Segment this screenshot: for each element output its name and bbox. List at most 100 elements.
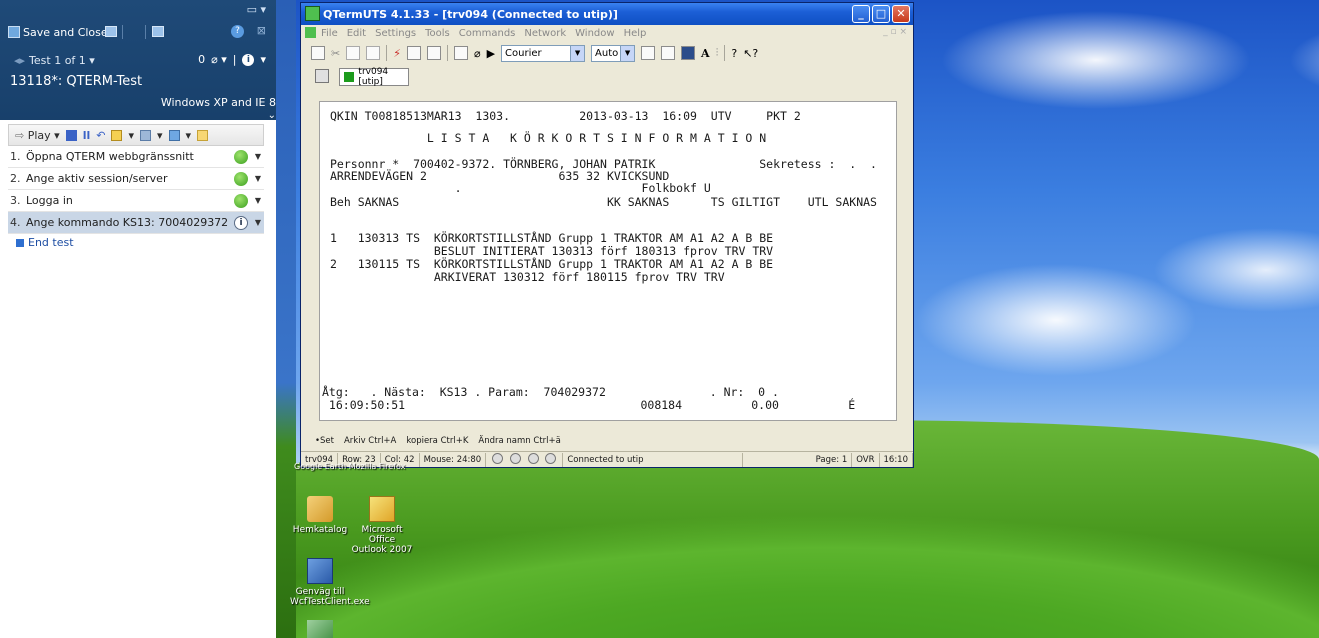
test-step[interactable]: 1. Öppna QTERM webbgränssnitt ▼ (8, 146, 264, 168)
test-step-selected[interactable]: 4. Ange kommando KS13: 7004029372 i ▼ (8, 212, 264, 234)
menu-help[interactable]: Help (624, 28, 647, 39)
help-icon[interactable]: ? (731, 47, 737, 60)
pause-icon[interactable]: ll (83, 129, 91, 142)
floppy-icon[interactable] (105, 26, 117, 37)
mdi-controls-icon[interactable]: _ ▫ × (883, 27, 907, 37)
session-list-button[interactable] (315, 69, 329, 83)
chevron-down-icon[interactable]: ▼ (252, 152, 264, 161)
printer-icon[interactable] (661, 46, 676, 60)
test-nav-label: Test 1 of 1 (29, 54, 86, 67)
desktop-icon-partial[interactable] (290, 620, 350, 638)
fkey-kopiera[interactable]: kopiera Ctrl+K (406, 436, 468, 446)
chevron-down-icon[interactable]: ▼ (620, 45, 635, 61)
new-session-icon[interactable] (311, 46, 325, 60)
record-icon[interactable] (492, 452, 504, 464)
chevron-down-icon[interactable]: ▼ (252, 196, 264, 205)
fkey-set[interactable]: •Set (315, 436, 334, 446)
terminal-command-line[interactable]: Åtg: . Nästa: KS13 . Param: 704029372 . … (322, 386, 779, 398)
desktop-icon-wcftestclient[interactable]: Genväg till WcfTestClient.exe (290, 558, 370, 607)
passed-check-icon[interactable] (234, 171, 248, 186)
close-icon[interactable]: ⊠ (257, 24, 266, 37)
menu-tools[interactable]: Tools (425, 28, 450, 39)
screenshot-icon[interactable] (152, 26, 164, 37)
font-select[interactable]: Courier ▼ (501, 44, 586, 62)
context-help-icon[interactable]: ↖? (743, 47, 758, 60)
attachment-count: 0 (198, 53, 206, 66)
menu-edit[interactable]: Edit (347, 28, 366, 39)
menu-window[interactable]: Window (575, 28, 614, 39)
keyboard-icon[interactable] (509, 452, 521, 464)
application-icon (307, 558, 333, 584)
chevron-down-icon[interactable]: ▾ (260, 53, 266, 66)
application-icon (307, 620, 333, 638)
save-icon[interactable] (681, 46, 696, 60)
comment-icon[interactable] (197, 129, 209, 141)
close-button[interactable]: ✕ (892, 5, 910, 23)
font-icon[interactable]: A (701, 47, 710, 60)
menu-commands[interactable]: Commands (459, 28, 516, 39)
app-icon[interactable] (305, 6, 320, 21)
chevron-down-icon[interactable]: ▾ (128, 129, 134, 142)
save-and-close-button[interactable]: Save and Close (8, 24, 108, 40)
window-menu-icon[interactable]: ▭ ▾ (247, 3, 266, 16)
chevron-down-icon[interactable]: ▾ (157, 129, 163, 142)
separator (446, 45, 448, 61)
connect-icon[interactable]: ⚡ (393, 47, 401, 60)
cut-icon[interactable]: ✂ (331, 47, 340, 60)
eraser-icon[interactable]: ⌀ (474, 47, 481, 60)
maximize-button[interactable]: □ (872, 5, 890, 23)
message-icon[interactable] (545, 452, 557, 464)
test-nav[interactable]: ◂▸ Test 1 of 1 ▾ (14, 54, 95, 67)
expand-chevron-icon[interactable]: ⌄ (268, 110, 276, 121)
terminal-line: . Folkbokf U (330, 181, 711, 195)
chevron-down-icon[interactable]: ▼ (570, 45, 585, 61)
size-select[interactable]: Auto ▼ (591, 44, 636, 62)
help-icon[interactable]: ? (231, 25, 244, 38)
chevron-down-icon[interactable]: ▼ (252, 218, 264, 227)
paperclip-icon[interactable]: ⌀ ▾ (211, 53, 227, 66)
print-icon[interactable] (406, 46, 421, 60)
home-icon[interactable] (453, 46, 468, 60)
end-test-link[interactable]: End test (16, 236, 74, 249)
menu-file[interactable]: File (321, 28, 338, 39)
terminal-screen[interactable]: QKIN T00818513MAR13 1303. 2013-03-13 16:… (319, 101, 897, 421)
desktop-icon-label: Microsoft Office Outlook 2007 (351, 525, 413, 555)
fkey-arkiv[interactable]: Arkiv Ctrl+A (344, 436, 396, 446)
chevron-down-icon[interactable]: ▾ (186, 129, 192, 142)
info-status-icon[interactable]: i (234, 215, 248, 230)
minimize-button[interactable]: _ (852, 5, 870, 23)
passed-check-icon[interactable] (234, 149, 248, 164)
test-step[interactable]: 2. Ange aktiv session/server ▼ (8, 168, 264, 190)
test-configuration: Windows XP and IE 8 (160, 96, 276, 109)
passed-check-icon[interactable] (234, 193, 248, 208)
info-icon[interactable]: i (242, 53, 255, 66)
window-titlebar[interactable]: QTermUTS 4.1.33 - [trv094 (Connected to … (301, 3, 913, 25)
stop-icon[interactable] (65, 129, 77, 141)
play-button[interactable]: ⇨ Play ▾ (15, 129, 60, 142)
chart-icon[interactable]: ⫶ (716, 46, 719, 60)
desktop-icon-hemkatalog[interactable]: Hemkatalog (290, 496, 350, 535)
paste-icon[interactable] (366, 46, 381, 60)
play-icon[interactable]: ▶ (487, 47, 495, 60)
separator: | (232, 53, 237, 66)
toolbar-separator (122, 25, 123, 39)
fkey-andra-namn[interactable]: Ändra namn Ctrl+ä (478, 436, 560, 446)
screenshot-capture-icon[interactable] (140, 129, 151, 141)
prev-next-arrows-icon[interactable]: ◂▸ (14, 54, 25, 67)
bug-icon[interactable] (111, 129, 123, 141)
filter-icon[interactable] (641, 46, 656, 60)
test-step[interactable]: 3. Logga in ▼ (8, 190, 264, 212)
desktop-icon-outlook[interactable]: Microsoft Office Outlook 2007 (350, 496, 414, 555)
network-icon[interactable] (527, 452, 539, 464)
copy-icon[interactable] (346, 46, 361, 60)
menu-settings[interactable]: Settings (375, 28, 416, 39)
header-top-row: ▭ ▾ (0, 0, 276, 20)
document-icon[interactable] (305, 27, 316, 38)
chevron-down-icon[interactable]: ▼ (252, 174, 264, 183)
session-tab[interactable]: trv094 [utip] (339, 67, 409, 87)
status-mouse: Mouse: 24:80 (420, 452, 487, 467)
undo-icon[interactable]: ↶ (96, 129, 105, 142)
capture-icon[interactable] (426, 46, 441, 60)
attach-icon[interactable] (168, 129, 180, 141)
menu-network[interactable]: Network (524, 28, 566, 39)
